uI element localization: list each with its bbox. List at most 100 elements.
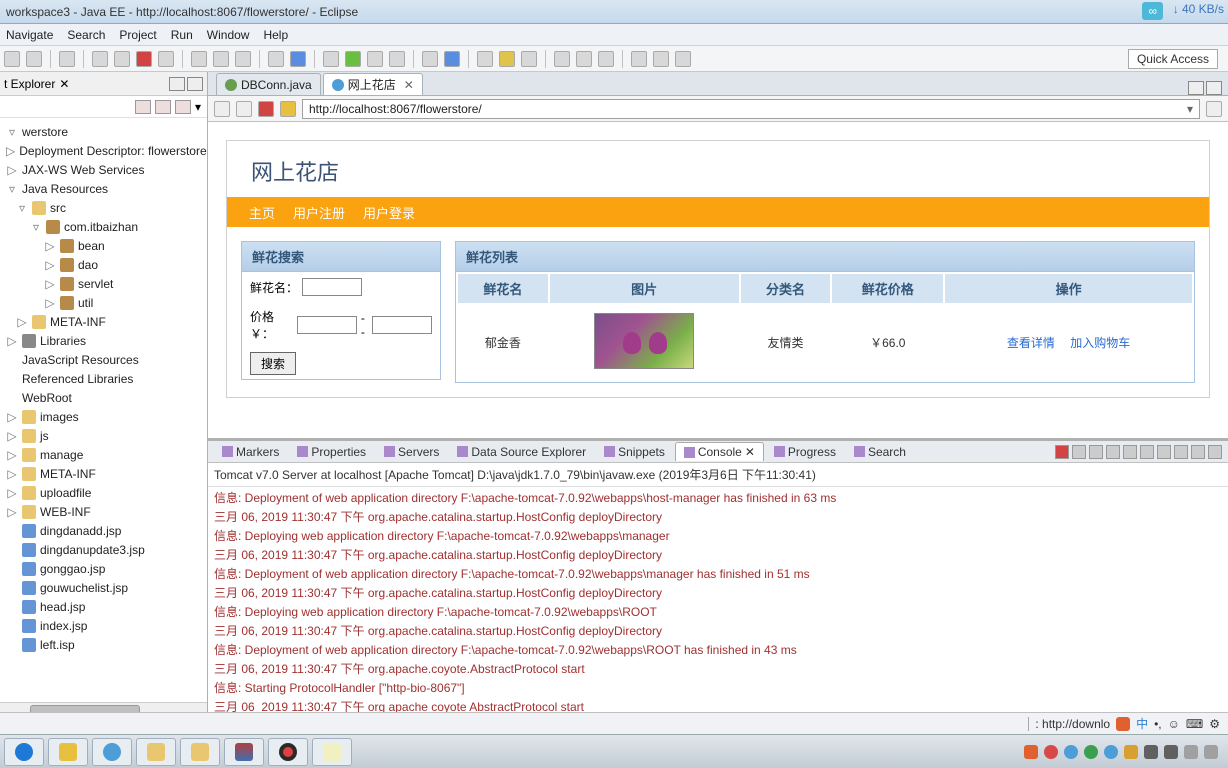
search-button[interactable]: 搜索 xyxy=(250,352,296,375)
ime-lang[interactable]: 中 xyxy=(1136,715,1148,732)
tree-node[interactable]: left.isp xyxy=(2,635,205,654)
add-cart-link[interactable]: 加入购物车 xyxy=(1070,336,1130,350)
menu-help[interactable]: Help xyxy=(263,28,288,42)
task-explorer-2[interactable] xyxy=(180,738,220,766)
pause-icon[interactable] xyxy=(114,51,130,67)
tray-volume-icon[interactable] xyxy=(1204,745,1218,759)
maximize-icon[interactable] xyxy=(1206,81,1222,95)
task-notepad[interactable] xyxy=(312,738,352,766)
maximize-icon[interactable] xyxy=(187,77,203,91)
tree-node[interactable]: ▷manage xyxy=(2,445,205,464)
tree-node[interactable]: dingdanadd.jsp xyxy=(2,521,205,540)
tree-node[interactable]: ▷images xyxy=(2,407,205,426)
ime-punct-icon[interactable]: •, xyxy=(1154,717,1162,731)
task-eclipse[interactable] xyxy=(224,738,264,766)
next-annotation-icon[interactable] xyxy=(576,51,592,67)
task-explorer[interactable] xyxy=(136,738,176,766)
tray-sogou-icon[interactable] xyxy=(1024,745,1038,759)
tree-node[interactable]: head.jsp xyxy=(2,597,205,616)
view-menu-icon[interactable] xyxy=(175,100,191,114)
close-icon[interactable]: ✕ xyxy=(745,445,755,459)
refresh-icon[interactable] xyxy=(280,101,296,117)
nav-home[interactable]: 主页 xyxy=(249,203,275,222)
tree-node[interactable]: ▷WEB-INF xyxy=(2,502,205,521)
display-console-icon[interactable] xyxy=(1157,445,1171,459)
close-tab-icon[interactable]: ✕ xyxy=(404,78,414,92)
tab-progress[interactable]: Progress xyxy=(766,443,844,461)
dropdown-icon[interactable]: ▾ xyxy=(1187,102,1193,116)
view-detail-link[interactable]: 查看详情 xyxy=(1007,336,1055,350)
annotation-icon[interactable] xyxy=(554,51,570,67)
task-recorder[interactable] xyxy=(268,738,308,766)
tray-icon[interactable] xyxy=(1124,745,1138,759)
tree-node[interactable]: ▿src xyxy=(2,198,205,217)
remove-launch-icon[interactable] xyxy=(1072,445,1086,459)
nav-login[interactable]: 用户登录 xyxy=(363,203,415,222)
forward-icon[interactable] xyxy=(653,51,669,67)
gear-icon[interactable]: ⚙ xyxy=(1209,717,1220,731)
external-tools-icon[interactable] xyxy=(389,51,405,67)
tree-node[interactable]: gonggao.jsp xyxy=(2,559,205,578)
address-bar[interactable]: http://localhost:8067/flowerstore/ ▾ xyxy=(302,99,1200,119)
tray-network-icon[interactable] xyxy=(1184,745,1198,759)
scroll-lock-icon[interactable] xyxy=(1123,445,1137,459)
menu-run[interactable]: Run xyxy=(171,28,193,42)
link-editor-icon[interactable] xyxy=(155,100,171,114)
tree-node[interactable]: ▷servlet xyxy=(2,274,205,293)
tree-node[interactable]: ▿Java Resources xyxy=(2,179,205,198)
tab-datasource[interactable]: Data Source Explorer xyxy=(449,443,594,461)
tree-node[interactable]: Referenced Libraries xyxy=(2,369,205,388)
tab-markers[interactable]: Markers xyxy=(214,443,287,461)
tree-node[interactable]: ▷bean xyxy=(2,236,205,255)
maximize-icon[interactable] xyxy=(1208,445,1222,459)
project-tree[interactable]: ▿werstore ▷Deployment Descriptor: flower… xyxy=(0,118,207,702)
clear-console-icon[interactable] xyxy=(1106,445,1120,459)
minimize-icon[interactable] xyxy=(169,77,185,91)
tree-node[interactable]: ▷Libraries xyxy=(2,331,205,350)
tab-properties[interactable]: Properties xyxy=(289,443,374,461)
tray-icon[interactable] xyxy=(1144,745,1158,759)
tree-node[interactable]: dingdanupdate3.jsp xyxy=(2,540,205,559)
remove-all-icon[interactable] xyxy=(1089,445,1103,459)
menu-window[interactable]: Window xyxy=(207,28,250,42)
minimize-icon[interactable] xyxy=(1188,81,1204,95)
task-kugou[interactable] xyxy=(4,738,44,766)
pin-console-icon[interactable] xyxy=(1140,445,1154,459)
tree-node[interactable]: JavaScript Resources xyxy=(2,350,205,369)
task-tool[interactable] xyxy=(48,738,88,766)
tab-dbconn[interactable]: DBConn.java xyxy=(216,73,321,95)
step-over-icon[interactable] xyxy=(213,51,229,67)
cursor-icon[interactable] xyxy=(59,51,75,67)
pin-icon[interactable] xyxy=(675,51,691,67)
quick-access[interactable]: Quick Access xyxy=(1128,49,1218,69)
tree-node[interactable]: ▷JAX-WS Web Services xyxy=(2,160,205,179)
task-cloud[interactable] xyxy=(92,738,132,766)
run-last-icon[interactable] xyxy=(367,51,383,67)
tree-node[interactable]: ▷Deployment Descriptor: flowerstore xyxy=(2,141,205,160)
class-icon[interactable] xyxy=(290,51,306,67)
project-root[interactable]: ▿werstore xyxy=(2,122,205,141)
resume-icon[interactable] xyxy=(92,51,108,67)
tree-node[interactable]: ▿com.itbaizhan xyxy=(2,217,205,236)
flower-name-input[interactable] xyxy=(302,278,362,296)
tree-node[interactable]: index.jsp xyxy=(2,616,205,635)
run-icon[interactable] xyxy=(345,51,361,67)
prev-annotation-icon[interactable] xyxy=(598,51,614,67)
tray-icon[interactable] xyxy=(1164,745,1178,759)
go-icon[interactable] xyxy=(1206,101,1222,117)
tab-search-bottom[interactable]: Search xyxy=(846,443,914,461)
price-max-input[interactable] xyxy=(372,316,432,334)
tray-icon[interactable] xyxy=(1044,745,1058,759)
open-type-icon[interactable] xyxy=(477,51,493,67)
globe-icon[interactable] xyxy=(444,51,460,67)
tray-icon[interactable] xyxy=(1104,745,1118,759)
tab-snippets[interactable]: Snippets xyxy=(596,443,673,461)
open-task-icon[interactable] xyxy=(499,51,515,67)
console-output[interactable]: 信息: Deployment of web application direct… xyxy=(208,487,1228,718)
tree-node[interactable]: ▷uploadfile xyxy=(2,483,205,502)
keyboard-icon[interactable]: ⌨ xyxy=(1186,717,1203,731)
menu-search[interactable]: Search xyxy=(67,28,105,42)
package-icon[interactable] xyxy=(268,51,284,67)
tray-icon[interactable] xyxy=(1084,745,1098,759)
back-icon[interactable] xyxy=(631,51,647,67)
